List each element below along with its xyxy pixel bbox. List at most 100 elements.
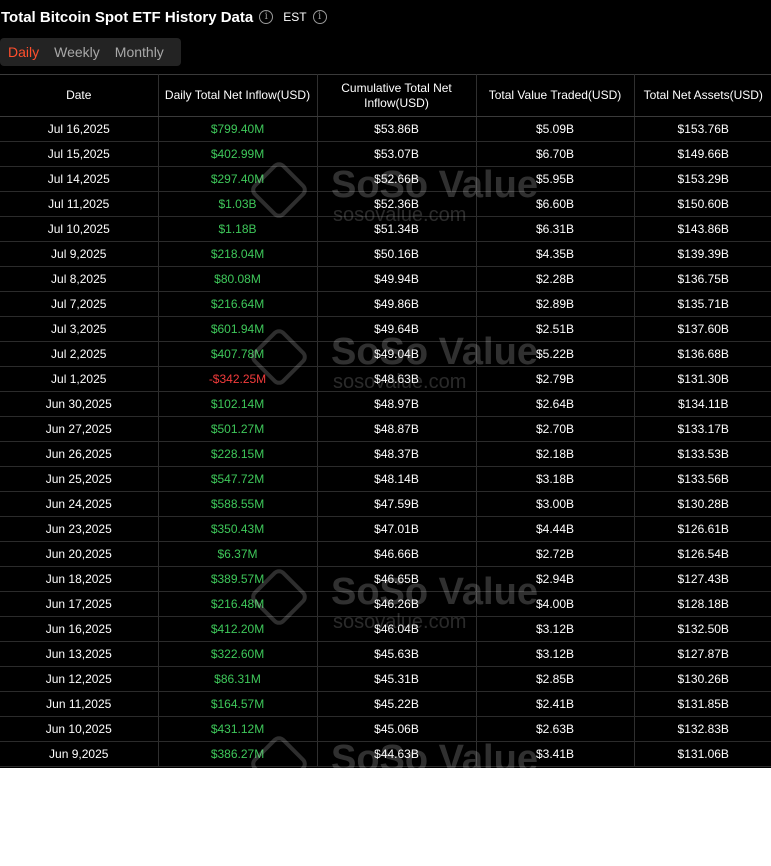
cell-cumulative-net-inflow: $52.36B [317,191,477,217]
panel-header: Total Bitcoin Spot ETF History Data i ES… [0,6,327,28]
cell-value-traded: $6.31B [476,216,635,242]
table-row[interactable]: Jun 12,2025 $86.31M $45.31B $2.85B $130.26B [0,666,771,692]
cell-net-assets: $130.26B [634,666,771,692]
cell-date: Jun 20,2025 [0,541,159,567]
column-header-date[interactable]: Date [0,74,159,117]
table-row[interactable]: Jul 8,2025 $80.08M $49.94B $2.28B $136.75B [0,266,771,292]
cell-date: Jun 13,2025 [0,641,159,667]
cell-cumulative-net-inflow: $48.63B [317,366,477,392]
cell-date: Jun 30,2025 [0,391,159,417]
cell-cumulative-net-inflow: $49.86B [317,291,477,317]
tab-weekly[interactable]: Weekly [54,44,100,60]
cell-daily-net-inflow: $102.14M [158,391,318,417]
table-row[interactable]: Jun 10,2025 $431.12M $45.06B $2.63B $132.83B [0,716,771,742]
table-row[interactable]: Jul 14,2025 $297.40M $52.66B $5.95B $153.29B [0,166,771,192]
cell-net-assets: $136.75B [634,266,771,292]
table-row[interactable]: Jun 20,2025 $6.37M $46.66B $2.72B $126.54B [0,541,771,567]
cell-cumulative-net-inflow: $48.37B [317,441,477,467]
table-row[interactable]: Jun 9,2025 $386.27M $44.63B $3.41B $131.06B [0,741,771,767]
table-row[interactable]: Jul 1,2025 -$342.25M $48.63B $2.79B $131.30B [0,366,771,392]
cell-daily-net-inflow: $216.48M [158,591,318,617]
table-row[interactable]: Jul 10,2025 $1.18B $51.34B $6.31B $143.86B [0,216,771,242]
cell-value-traded: $2.28B [476,266,635,292]
table-row[interactable]: Jun 25,2025 $547.72M $48.14B $3.18B $133.56B [0,466,771,492]
tab-monthly[interactable]: Monthly [115,44,164,60]
table-row[interactable]: Jun 26,2025 $228.15M $48.37B $2.18B $133.53B [0,441,771,467]
info-icon[interactable]: i [259,10,274,24]
table-row[interactable]: Jun 16,2025 $412.20M $46.04B $3.12B $132.50B [0,616,771,642]
tab-daily[interactable]: Daily [8,44,39,60]
cell-value-traded: $2.94B [476,566,635,592]
table-row[interactable]: Jun 27,2025 $501.27M $48.87B $2.70B $133.17B [0,416,771,442]
cell-date: Jun 17,2025 [0,591,159,617]
cell-value-traded: $3.00B [476,491,635,517]
cell-value-traded: $2.89B [476,291,635,317]
cell-net-assets: $133.56B [634,466,771,492]
cell-net-assets: $139.39B [634,241,771,267]
cell-net-assets: $134.11B [634,391,771,417]
cell-cumulative-net-inflow: $53.07B [317,141,477,167]
cell-date: Jun 12,2025 [0,666,159,692]
cell-daily-net-inflow: $547.72M [158,466,318,492]
cell-value-traded: $2.85B [476,666,635,692]
column-header-cumulative-net-inflow[interactable]: Cumulative Total Net Inflow(USD) [317,74,477,117]
timezone-info-icon[interactable]: i [312,10,327,24]
cell-net-assets: $131.30B [634,366,771,392]
cell-net-assets: $133.17B [634,416,771,442]
cell-cumulative-net-inflow: $48.14B [317,466,477,492]
cell-net-assets: $153.29B [634,166,771,192]
cell-net-assets: $137.60B [634,316,771,342]
column-header-net-assets[interactable]: Total Net Assets(USD) [634,74,771,117]
table-row[interactable]: Jul 7,2025 $216.64M $49.86B $2.89B $135.71B [0,291,771,317]
cell-date: Jul 15,2025 [0,141,159,167]
column-header-value-traded[interactable]: Total Value Traded(USD) [476,74,635,117]
cell-net-assets: $136.68B [634,341,771,367]
cell-cumulative-net-inflow: $48.97B [317,391,477,417]
cell-daily-net-inflow: $799.40M [158,116,318,142]
table-row[interactable]: Jun 11,2025 $164.57M $45.22B $2.41B $131.85B [0,691,771,717]
cell-date: Jul 16,2025 [0,116,159,142]
table-row[interactable]: Jun 17,2025 $216.48M $46.26B $4.00B $128.18B [0,591,771,617]
cell-value-traded: $2.51B [476,316,635,342]
column-header-daily-net-inflow[interactable]: Daily Total Net Inflow(USD) [158,74,318,117]
table-row[interactable]: Jul 2,2025 $407.78M $49.04B $5.22B $136.68B [0,341,771,367]
cell-value-traded: $2.79B [476,366,635,392]
cell-value-traded: $2.18B [476,441,635,467]
cell-date: Jul 11,2025 [0,191,159,217]
cell-value-traded: $5.09B [476,116,635,142]
cell-value-traded: $2.41B [476,691,635,717]
table-row[interactable]: Jul 9,2025 $218.04M $50.16B $4.35B $139.39B [0,241,771,267]
cell-cumulative-net-inflow: $46.65B [317,566,477,592]
table-row[interactable]: Jul 3,2025 $601.94M $49.64B $2.51B $137.60B [0,316,771,342]
table-row[interactable]: Jun 23,2025 $350.43M $47.01B $4.44B $126.61B [0,516,771,542]
table-row[interactable]: Jun 24,2025 $588.55M $47.59B $3.00B $130.28B [0,491,771,517]
cell-date: Jun 25,2025 [0,466,159,492]
cell-daily-net-inflow: $6.37M [158,541,318,567]
cell-cumulative-net-inflow: $45.22B [317,691,477,717]
cell-date: Jul 9,2025 [0,241,159,267]
table-row[interactable]: Jun 30,2025 $102.14M $48.97B $2.64B $134.11B [0,391,771,417]
cell-value-traded: $3.12B [476,641,635,667]
page-title: Total Bitcoin Spot ETF History Data [1,8,254,26]
cell-value-traded: $2.64B [476,391,635,417]
table-row[interactable]: Jun 18,2025 $389.57M $46.65B $2.94B $127.43B [0,566,771,592]
period-tabs: Daily Weekly Monthly [0,38,181,66]
table-row[interactable]: Jul 16,2025 $799.40M $53.86B $5.09B $153.76B [0,116,771,142]
cell-daily-net-inflow: $218.04M [158,241,318,267]
cell-daily-net-inflow: $601.94M [158,316,318,342]
cell-date: Jun 27,2025 [0,416,159,442]
cell-cumulative-net-inflow: $49.64B [317,316,477,342]
cell-net-assets: $130.28B [634,491,771,517]
cell-value-traded: $4.00B [476,591,635,617]
table-row[interactable]: Jun 13,2025 $322.60M $45.63B $3.12B $127.87B [0,641,771,667]
table-row[interactable]: Jul 15,2025 $402.99M $53.07B $6.70B $149.66B [0,141,771,167]
cell-net-assets: $153.76B [634,116,771,142]
cell-value-traded: $4.35B [476,241,635,267]
table-row[interactable]: Jul 11,2025 $1.03B $52.36B $6.60B $150.60B [0,191,771,217]
cell-net-assets: $126.61B [634,516,771,542]
cell-date: Jun 9,2025 [0,741,159,767]
cell-daily-net-inflow: $216.64M [158,291,318,317]
cell-cumulative-net-inflow: $46.26B [317,591,477,617]
cell-daily-net-inflow: $412.20M [158,616,318,642]
cell-daily-net-inflow: $297.40M [158,166,318,192]
